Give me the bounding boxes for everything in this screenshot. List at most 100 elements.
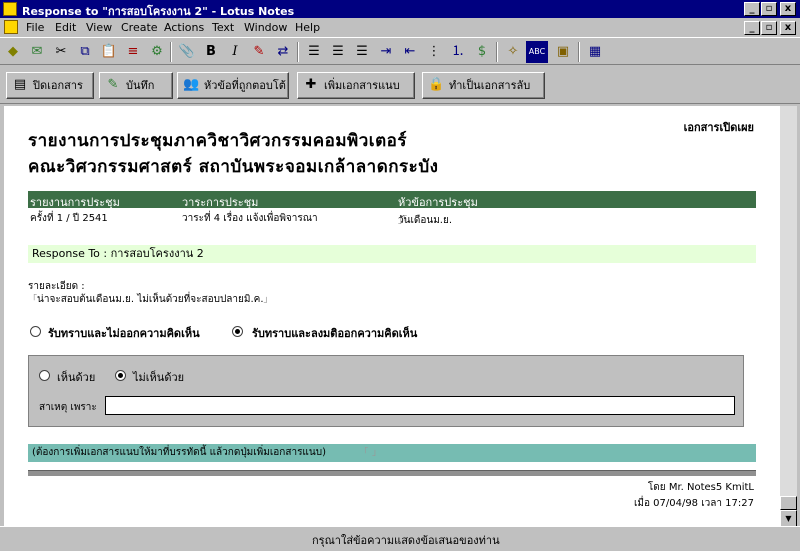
cut-icon[interactable]: ✂ [50,41,72,63]
save-button[interactable]: ✎ บันทึก [99,72,173,99]
toolbar-separator [496,42,498,62]
document-pane: เอกสารเปิดเผย รายงานการประชุมภาควิชาวิศว… [4,106,780,526]
make-private-button[interactable]: 🔒 ทำเป็นเอกสารลับ [422,72,545,99]
indent-icon[interactable]: ⇥ [375,41,397,63]
disagree-label[interactable]: ไม่เห็นด้วย [133,368,184,386]
attachment-hint: (ต้องการเพิ่มเอกสารแนบให้มาที่บรรทัดนี้ … [32,447,326,458]
menu-create[interactable]: Create [121,21,158,34]
ack-no-comment-radio[interactable] [30,326,41,337]
restore-button[interactable]: ▫ [761,2,777,16]
field-bracket-open: 「 [359,448,369,458]
toolbar-separator [297,42,299,62]
detail-text: น่าจะสอบต้นเดือนม.ย. ไม่เห็นด้วยที่จะสอบ… [37,294,264,305]
field-bracket-close: 」 [372,448,382,458]
align-center-icon[interactable]: ☰ [327,41,349,63]
meeting-header-row: รายงานการประชุม วาระการประชุม หัวข้อการป… [28,191,756,209]
make-private-label: ทำเป็นเอกสารลับ [449,79,531,92]
response-to-bar: Response To : การสอบโครงงาน 2 [28,245,756,263]
field-bracket-open: 「 [28,295,38,305]
menu-edit[interactable]: Edit [55,21,76,34]
responded-topic-label: หัวข้อที่ถูกตอบโต้ [204,79,286,92]
topic-icon: 👥 [183,77,200,92]
permanent-pen-icon[interactable]: ⇄ [272,41,294,63]
doc-close-button[interactable]: x [780,21,796,35]
menu-bar: File Edit View Create Actions Text Windo… [0,18,800,37]
responded-topic-button[interactable]: 👥 หัวข้อที่ถูกตอบโต้ [177,72,289,99]
properties-icon[interactable]: ⚙ [146,41,168,63]
close-document-label: ปิดเอกสาร [33,79,83,92]
smarticons-toolbar: ◆ ✉ ✂ ⧉ 📋 ≡ ⚙ 📎 B I ✎ ⇄ ☰ ☰ ☰ ⇥ ⇤ ⋮ ⒈ $ … [0,37,800,65]
menu-actions[interactable]: Actions [164,21,204,34]
mail-icon[interactable]: ✉ [26,41,48,63]
status-bar: กรุณาใส่ข้อความแสดงข้อเสนอของท่าน [0,526,800,551]
doc-minimize-button[interactable]: _ [744,21,760,35]
bullets-icon[interactable]: ⋮ [423,41,445,63]
divider-bar [28,470,756,476]
italic-icon[interactable]: I [224,41,246,63]
field-bracket-close: 」 [398,216,408,226]
navigator-icon[interactable]: ◆ [2,41,24,63]
flashlight-icon[interactable]: ✧ [502,41,524,63]
paste-icon[interactable]: 📋 [98,41,120,63]
agree-radio[interactable] [39,370,50,381]
menu-view[interactable]: View [86,21,112,34]
document-menu-icon[interactable] [4,20,18,34]
reason-input[interactable] [105,396,735,415]
lock-icon: 🔒 [428,77,445,92]
field-bracket-close: 」 [263,295,273,305]
close-button[interactable]: x [780,2,796,16]
doc-restore-button[interactable]: ▫ [761,21,777,35]
menu-window[interactable]: Window [244,21,287,34]
notes-app-icon[interactable] [3,2,17,16]
vertical-scrollbar[interactable]: ▼ [780,106,797,527]
stack-icon[interactable]: ≡ [122,41,144,63]
toolbar-separator [170,42,172,62]
ack-with-comment-label[interactable]: รับทราบและลงมติออกความคิดเห็น [252,324,417,342]
close-document-button[interactable]: ▤ ปิดเอกสาร [6,72,94,99]
toolbar-separator [578,42,580,62]
meeting-report-value: ครั้งที่ 1 / ปี 2541 [30,213,108,224]
scroll-down-icon[interactable]: ▼ [780,510,797,527]
attachment-line[interactable]: (ต้องการเพิ่มเอกสารแนบให้มาที่บรรทัดนี้ … [28,444,756,462]
add-attachment-icon: ✚ [305,77,317,92]
ack-no-comment-label[interactable]: รับทราบและไม่ออกความคิดเห็น [48,324,200,342]
attach-icon[interactable]: 📎 [176,41,198,63]
heading-line-2: คณะวิศวกรรมศาสตร์ สถาบันพระจอมเกล้าลาดกร… [28,157,439,177]
save-icon: ✎ [107,77,119,92]
spell-check-icon[interactable]: ABC [526,41,548,63]
title-bar: Response to "การสอบโครงงาน 2" - Lotus No… [0,0,800,18]
menu-help[interactable]: Help [295,21,320,34]
ack-with-comment-radio[interactable] [232,326,243,337]
meeting-values-row: ครั้งที่ 1 / ปี 2541 วาระที่ 4 เรื่อง แจ… [28,209,756,227]
text-style-icon[interactable]: $ [471,41,493,63]
heading-line-1: รายงานการประชุมภาควิชาวิศวกรรมคอมพิวเตอร… [28,131,408,151]
copy-icon[interactable]: ⧉ [74,41,96,63]
align-left-icon[interactable]: ☰ [303,41,325,63]
public-document-label: เอกสารเปิดเผย [683,121,754,134]
align-right-icon[interactable]: ☰ [351,41,373,63]
action-bar: ▤ ปิดเอกสาร ✎ บันทึก 👥 หัวข้อที่ถูกตอบโต… [0,66,800,104]
author-line: โดย Mr. Notes5 KmitL [647,482,754,493]
form-icon[interactable]: ▣ [552,41,574,63]
agree-label[interactable]: เห็นด้วย [57,368,95,386]
close-document-icon: ▤ [13,77,27,92]
numbers-icon[interactable]: ⒈ [447,41,469,63]
save-label: บันทึก [126,79,155,92]
add-attachment-button[interactable]: ✚ เพิ่มเอกสารแนบ [297,72,415,99]
scroll-thumb[interactable] [780,496,797,510]
outdent-icon[interactable]: ⇤ [399,41,421,63]
minimize-button[interactable]: _ [744,2,760,16]
opinion-panel: เห็นด้วย ไม่เห็นด้วย สาเหตุ เพราะ [28,355,744,427]
highlighter-icon[interactable]: ✎ [248,41,270,63]
menu-text[interactable]: Text [212,21,234,34]
table-icon[interactable]: ▦ [584,41,606,63]
disagree-radio[interactable] [115,370,126,381]
add-attachment-label: เพิ่มเอกสารแนบ [324,79,400,92]
status-text: กรุณาใส่ข้อความแสดงข้อเสนอของท่าน [312,534,500,547]
detail-field[interactable]: 「น่าจะสอบต้นเดือนม.ย. ไม่เห็นด้วยที่จะสอ… [28,292,273,307]
date-line: เมื่อ 07/04/98 เวลา 17:27 [633,498,754,509]
bold-icon[interactable]: B [200,41,222,63]
meeting-agenda-value: วาระที่ 4 เรื่อง แจ้งเพื่อพิจารณา [182,213,318,224]
reason-label: สาเหตุ เพราะ [39,402,97,413]
menu-file[interactable]: File [26,21,44,34]
